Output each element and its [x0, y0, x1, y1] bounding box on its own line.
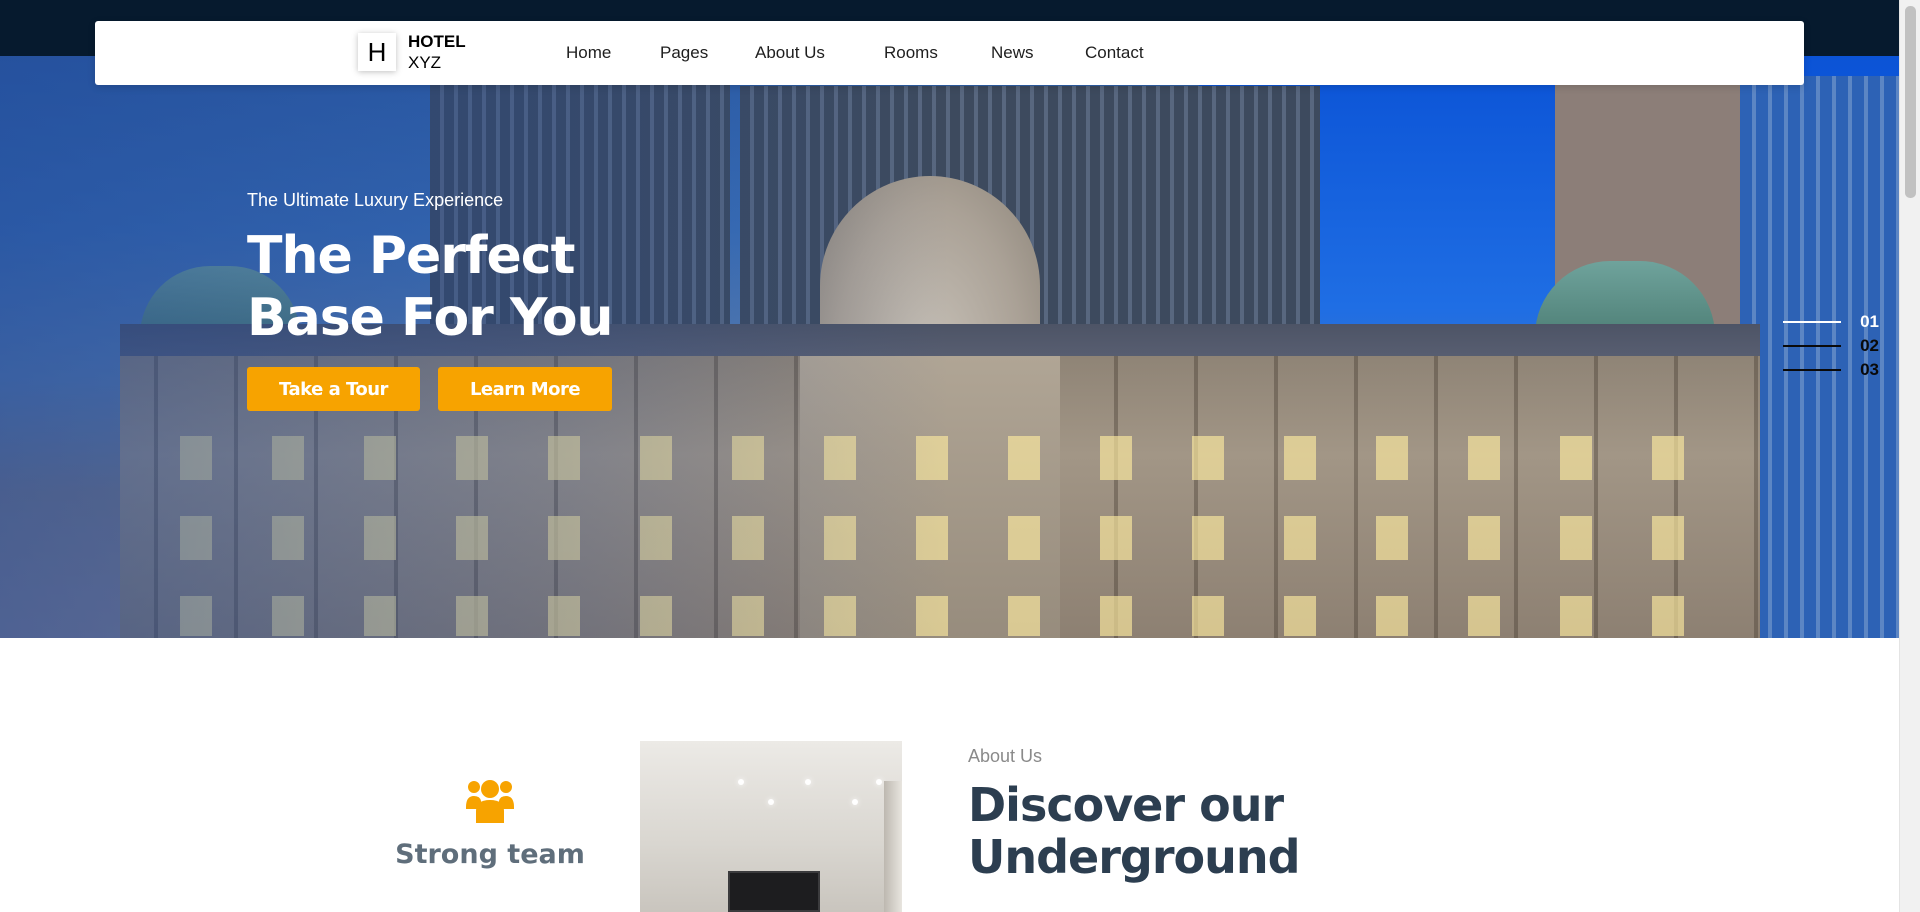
about-label: About Us	[968, 746, 1043, 766]
page-scrollbar[interactable]	[1899, 0, 1920, 912]
learn-more-button[interactable]: Learn More	[437, 367, 613, 411]
slide-indicator-01[interactable]: 01	[1783, 310, 1879, 334]
slide-line	[1783, 321, 1841, 323]
hero-tagline: The Ultimate Luxury Experience	[247, 190, 504, 210]
about-heading-line2: Underground	[968, 830, 1301, 884]
nav-link-contact[interactable]: Contact	[1085, 43, 1144, 63]
room-tv	[728, 871, 820, 912]
slide-number: 02	[1860, 336, 1879, 355]
brand-logo[interactable]: H HOTEL XYZ	[358, 31, 466, 73]
slide-indicator-03[interactable]: 03	[1783, 358, 1879, 382]
hero-content: The Ultimate Luxury Experience The Perfe…	[247, 190, 767, 411]
nav-link-home[interactable]: Home	[566, 43, 611, 63]
slide-line	[1783, 345, 1841, 347]
hero-title: The Perfect Base For You	[247, 225, 767, 349]
about-heading: Discover our Underground	[968, 778, 1301, 884]
brand-line1: HOTEL	[408, 32, 466, 51]
hero-title-line2: Base For You	[247, 288, 614, 348]
room-door	[884, 781, 902, 912]
navbar: H HOTEL XYZ Home Pages About Us Rooms Ne…	[95, 21, 1804, 85]
ceiling-light	[805, 779, 811, 785]
brand-text: HOTEL XYZ	[408, 31, 466, 73]
nav-link-pages[interactable]: Pages	[660, 43, 708, 63]
feature-title: Strong team	[395, 839, 585, 870]
hero-buttons: Take a Tour Learn More	[247, 367, 767, 411]
ceiling-light	[768, 799, 774, 805]
slide-number: 01	[1860, 312, 1879, 331]
nav-link-rooms[interactable]: Rooms	[884, 43, 938, 63]
ceiling-light	[852, 799, 858, 805]
ceiling-light	[876, 779, 882, 785]
brand-line2: XYZ	[408, 53, 442, 72]
brand-badge: H	[358, 33, 396, 71]
about-room-photo	[640, 741, 902, 912]
about-heading-line1: Discover our	[968, 778, 1284, 832]
take-a-tour-button[interactable]: Take a Tour	[247, 367, 420, 411]
scrollbar-thumb[interactable]	[1905, 6, 1916, 198]
slide-indicators: 01 02 03	[1783, 310, 1879, 382]
users-icon	[464, 775, 516, 825]
ceiling-light	[738, 779, 744, 785]
about-section: About Us Discover our Underground	[968, 746, 1301, 884]
nav-link-about-us[interactable]: About Us	[755, 43, 825, 63]
slide-indicator-02[interactable]: 02	[1783, 334, 1879, 358]
slide-number: 03	[1860, 360, 1879, 379]
hero-title-line1: The Perfect	[247, 226, 575, 286]
nav-link-news[interactable]: News	[991, 43, 1034, 63]
feature-strong-team: Strong team	[370, 775, 610, 870]
slide-line	[1783, 369, 1841, 371]
